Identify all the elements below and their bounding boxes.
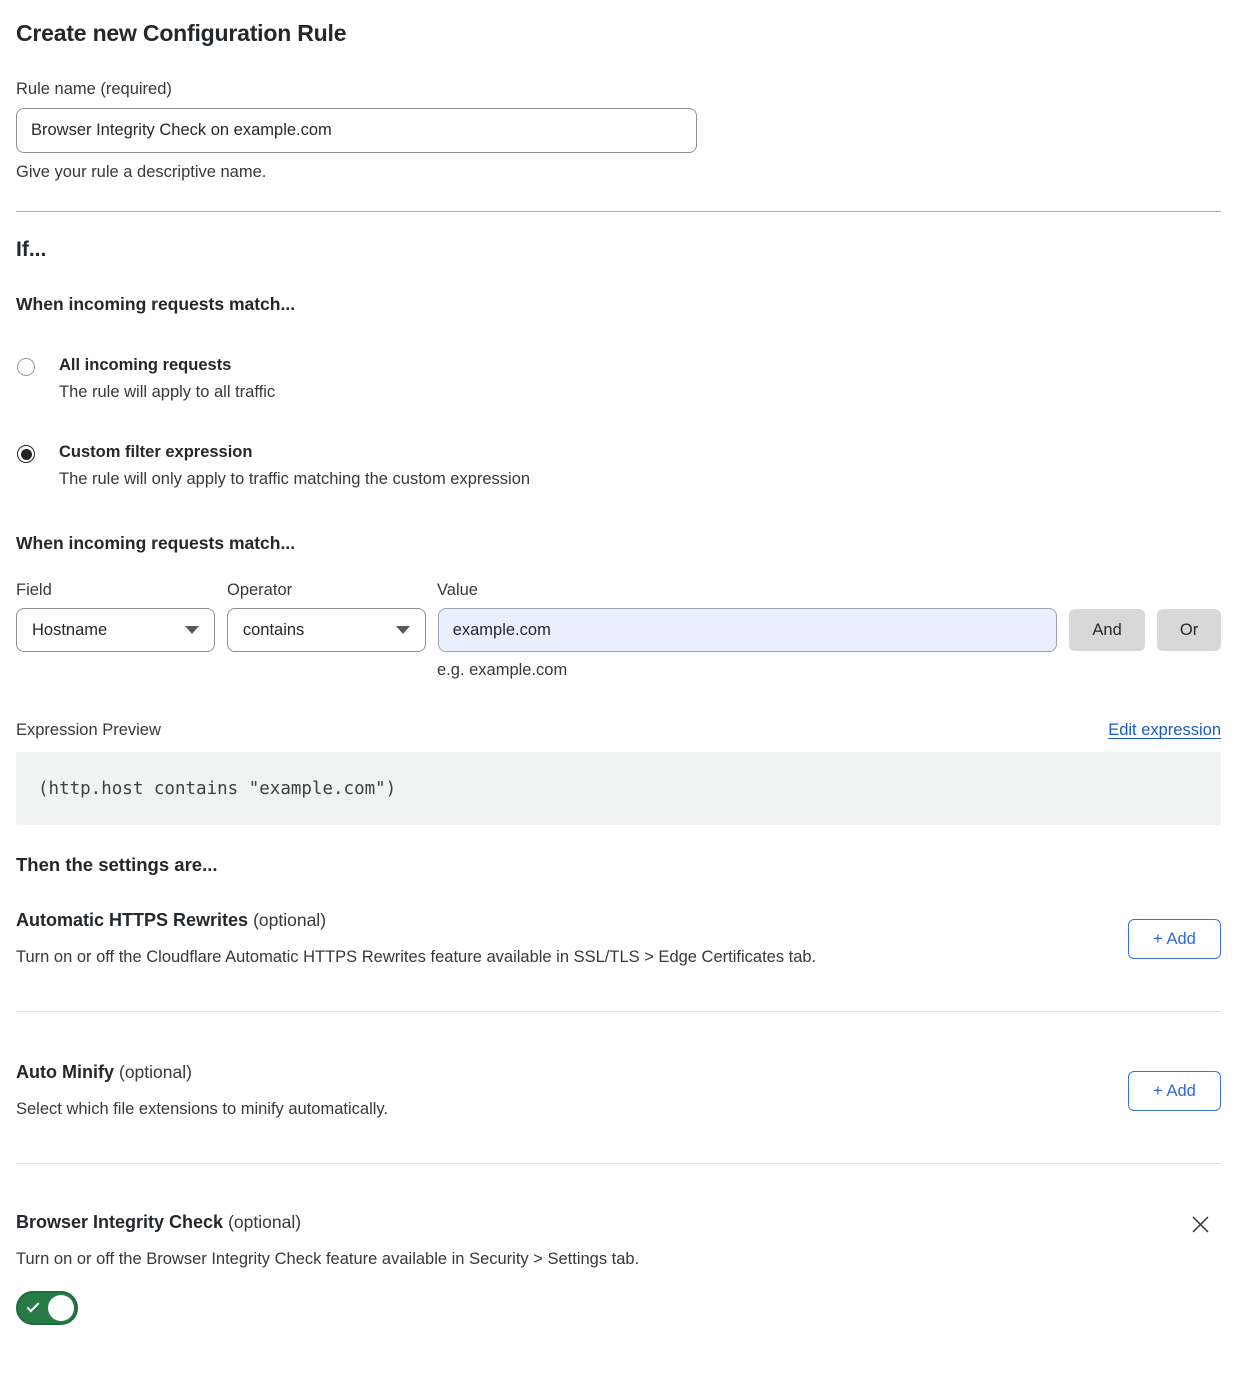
setting-description: Turn on or off the Browser Integrity Che… [16, 1250, 639, 1269]
setting-divider [16, 1011, 1221, 1012]
add-automatic-https-rewrites-button[interactable]: + Add [1128, 919, 1221, 959]
edit-expression-link[interactable]: Edit expression [1108, 721, 1221, 740]
setting-title-text: Automatic HTTPS Rewrites [16, 910, 248, 930]
page-title: Create new Configuration Rule [16, 20, 1221, 47]
setting-divider [16, 1163, 1221, 1164]
create-configuration-rule-form: Create new Configuration Rule Rule name … [0, 0, 1237, 1365]
setting-optional-text: (optional) [253, 910, 326, 930]
operator-select-value: contains [243, 621, 304, 640]
setting-title: Automatic HTTPS Rewrites (optional) [16, 910, 816, 931]
expression-builder-labels: Field Operator Value [16, 581, 1221, 600]
setting-row-browser-integrity-check: Browser Integrity Check (optional) Turn … [16, 1212, 1221, 1325]
operator-select[interactable]: contains [227, 608, 426, 652]
setting-optional-text: (optional) [119, 1062, 192, 1082]
close-icon-svg [1190, 1214, 1211, 1235]
settings-heading: Then the settings are... [16, 854, 1221, 876]
setting-title: Browser Integrity Check (optional) [16, 1212, 639, 1233]
expression-preview-code: (http.host contains "example.com") [16, 752, 1221, 825]
value-help: e.g. example.com [437, 661, 1221, 680]
radio-option-label: Custom filter expression [59, 443, 530, 462]
radio-option-all-incoming-requests[interactable]: All incoming requests The rule will appl… [16, 356, 1221, 402]
if-heading: If... [16, 238, 1221, 262]
section-divider [16, 211, 1221, 212]
radio-option-description: The rule will apply to all traffic [59, 383, 275, 402]
setting-description: Turn on or off the Cloudflare Automatic … [16, 948, 816, 967]
or-button[interactable]: Or [1157, 609, 1221, 651]
radio-icon-selected[interactable] [17, 445, 35, 463]
check-icon [27, 1300, 40, 1313]
field-label: Field [16, 581, 227, 600]
and-button[interactable]: And [1069, 609, 1145, 651]
expression-code-text: (http.host contains "example.com") [38, 779, 396, 799]
radio-option-description: The rule will only apply to traffic matc… [59, 470, 530, 489]
chevron-down-icon [396, 626, 410, 634]
expression-builder-heading: When incoming requests match... [16, 533, 1221, 554]
expression-preview-label: Expression Preview [16, 721, 161, 740]
add-auto-minify-button[interactable]: + Add [1128, 1071, 1221, 1111]
radio-option-label: All incoming requests [59, 356, 275, 375]
rule-name-input[interactable] [16, 108, 697, 153]
value-input[interactable] [438, 608, 1057, 652]
chevron-down-icon [185, 626, 199, 634]
match-heading: When incoming requests match... [16, 294, 1221, 315]
setting-row-auto-minify: Auto Minify (optional) Select which file… [16, 1062, 1221, 1119]
value-label: Value [437, 581, 478, 600]
setting-row-automatic-https-rewrites: Automatic HTTPS Rewrites (optional) Turn… [16, 910, 1221, 967]
setting-title-text: Auto Minify [16, 1062, 114, 1082]
close-icon[interactable] [1190, 1214, 1211, 1238]
browser-integrity-check-toggle[interactable] [16, 1291, 78, 1325]
radio-icon[interactable] [17, 358, 35, 376]
rule-name-label: Rule name (required) [16, 80, 1221, 99]
expression-preview-header: Expression Preview Edit expression [16, 721, 1221, 740]
toggle-knob[interactable] [48, 1295, 74, 1321]
setting-title-text: Browser Integrity Check [16, 1212, 223, 1232]
radio-option-custom-filter-expression[interactable]: Custom filter expression The rule will o… [16, 443, 1221, 489]
setting-optional-text: (optional) [228, 1212, 301, 1232]
operator-label: Operator [227, 581, 437, 600]
setting-description: Select which file extensions to minify a… [16, 1100, 388, 1119]
setting-title: Auto Minify (optional) [16, 1062, 388, 1083]
field-select-value: Hostname [32, 621, 107, 640]
rule-name-help: Give your rule a descriptive name. [16, 163, 1221, 182]
field-select[interactable]: Hostname [16, 608, 215, 652]
expression-builder-row: Hostname contains And Or [16, 608, 1221, 652]
